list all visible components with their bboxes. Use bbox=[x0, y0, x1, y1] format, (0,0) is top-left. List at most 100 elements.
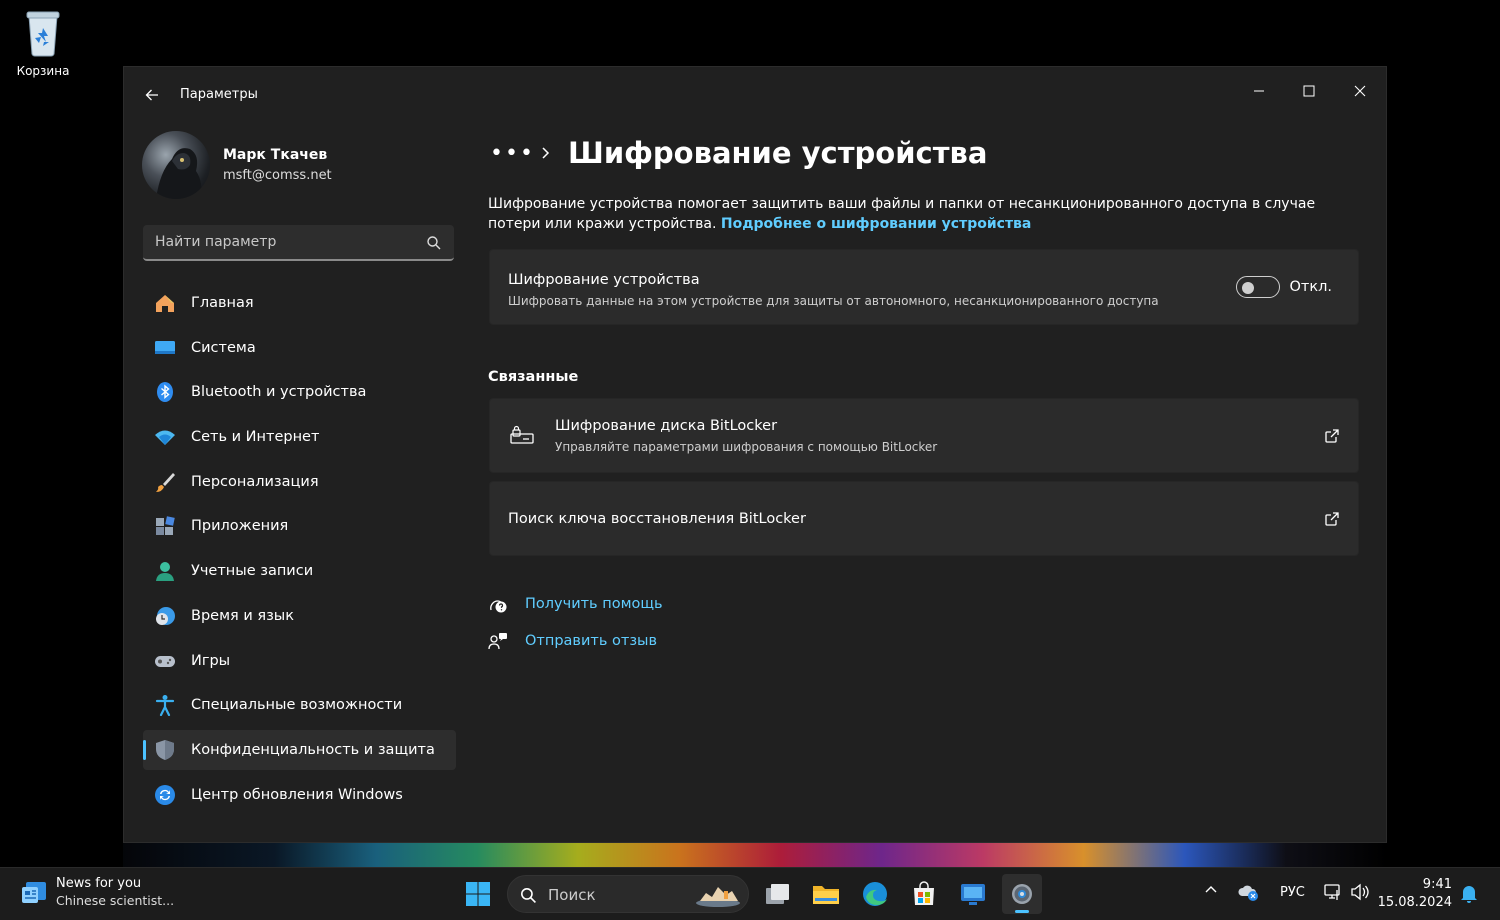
bitlocker-recovery-card[interactable]: Поиск ключа восстановления BitLocker bbox=[489, 481, 1359, 556]
title-bar[interactable]: Параметры bbox=[124, 67, 1386, 123]
system-icon bbox=[153, 336, 177, 360]
desktop-wallpaper bbox=[123, 843, 1387, 867]
recycle-bin-icon bbox=[23, 8, 63, 58]
toggle-state-label: Откл. bbox=[1289, 279, 1333, 295]
minimize-button[interactable] bbox=[1236, 73, 1282, 109]
maximize-button[interactable] bbox=[1286, 73, 1332, 109]
bitlocker-card[interactable]: Шифрование диска BitLocker Управляйте па… bbox=[489, 398, 1359, 473]
card-subtitle: Управляйте параметрами шифрования с помо… bbox=[555, 440, 938, 454]
send-feedback-link[interactable]: Отправить отзыв bbox=[488, 631, 657, 651]
sidebar-item-system[interactable]: Система bbox=[143, 328, 456, 368]
chevron-right-icon bbox=[540, 146, 560, 160]
search-icon[interactable] bbox=[426, 235, 442, 251]
device-encryption-toggle[interactable] bbox=[1236, 276, 1280, 298]
file-explorer-button[interactable] bbox=[806, 874, 846, 914]
home-icon bbox=[153, 291, 177, 315]
breadcrumb-more-button[interactable]: ••• bbox=[490, 141, 533, 166]
news-title: News for you bbox=[56, 876, 142, 891]
accessibility-icon bbox=[153, 693, 177, 717]
sidebar-item-accessibility[interactable]: Специальные возможности bbox=[143, 685, 456, 725]
user-profile[interactable]: Марк Ткачев msft@comss.net bbox=[142, 131, 462, 199]
toggle-knob bbox=[1242, 282, 1254, 294]
search-input[interactable] bbox=[143, 225, 413, 259]
remote-desktop-button[interactable] bbox=[953, 874, 993, 914]
brush-icon bbox=[153, 470, 177, 494]
back-button[interactable] bbox=[140, 83, 164, 107]
time-language-icon bbox=[153, 604, 177, 628]
sidebar-item-label: Конфиденциальность и защита bbox=[191, 741, 435, 758]
language-indicator[interactable]: РУС bbox=[1280, 885, 1305, 900]
clock-time: 9:41 bbox=[1422, 877, 1452, 892]
arrow-left-icon bbox=[145, 89, 158, 101]
network-icon bbox=[1324, 884, 1340, 900]
recycle-bin-label: Корзина bbox=[16, 64, 70, 78]
close-icon bbox=[1354, 85, 1366, 97]
sidebar-item-label: Bluetooth и устройства bbox=[191, 384, 367, 401]
get-help-link[interactable]: Получить помощь bbox=[488, 594, 663, 614]
search-highlight-icon bbox=[696, 887, 740, 907]
close-button[interactable] bbox=[1337, 73, 1383, 109]
speaker-icon bbox=[1351, 883, 1369, 901]
folder-icon bbox=[813, 886, 839, 904]
show-hidden-icons-button[interactable] bbox=[1204, 882, 1218, 896]
page-title: Шифрование устройства bbox=[568, 136, 988, 170]
sidebar-item-label: Центр обновления Windows bbox=[191, 786, 403, 803]
sidebar-item-bluetooth[interactable]: Bluetooth и устройства bbox=[143, 372, 456, 412]
windows-logo-icon bbox=[466, 882, 490, 906]
maximize-icon bbox=[1303, 85, 1315, 97]
external-link-icon bbox=[1325, 429, 1339, 443]
settings-search[interactable] bbox=[143, 225, 454, 261]
settings-window: Параметры Марк Ткачев msft@comss.net Най… bbox=[123, 66, 1387, 843]
sidebar-item-network[interactable]: Сеть и Интернет bbox=[143, 417, 456, 457]
notifications-button[interactable] bbox=[1460, 884, 1478, 904]
help-icon bbox=[488, 594, 508, 614]
taskbar: News for you Chinese scientist... Поиск … bbox=[0, 867, 1500, 920]
sidebar-item-time-language[interactable]: Время и язык bbox=[143, 596, 456, 636]
recycle-bin[interactable]: Корзина bbox=[8, 8, 78, 78]
task-view-button[interactable] bbox=[757, 874, 797, 914]
onedrive-icon bbox=[1238, 885, 1258, 901]
sidebar-item-label: Игры bbox=[191, 652, 231, 669]
breadcrumb: ••• Шифрование устройства bbox=[490, 133, 987, 173]
learn-more-link[interactable]: Подробнее о шифровании устройства bbox=[721, 216, 1031, 232]
start-button[interactable] bbox=[458, 874, 498, 914]
sidebar-item-label: Время и язык bbox=[191, 607, 295, 624]
edge-button[interactable] bbox=[855, 874, 895, 914]
sidebar-item-label: Учетные записи bbox=[191, 563, 314, 580]
clock[interactable]: 9:41 15.08.2024 bbox=[1378, 876, 1452, 912]
card-title: Шифрование устройства bbox=[508, 272, 700, 288]
card-subtitle: Шифровать данные на этом устройстве для … bbox=[508, 294, 1159, 308]
store-button[interactable] bbox=[904, 874, 944, 914]
bell-icon bbox=[1461, 886, 1477, 903]
bitlocker-icon bbox=[510, 425, 534, 449]
taskbar-search[interactable]: Поиск bbox=[507, 875, 749, 913]
sidebar-item-privacy[interactable]: Конфиденциальность и защита bbox=[143, 729, 456, 770]
app-title: Параметры bbox=[180, 87, 258, 102]
store-icon bbox=[914, 881, 934, 905]
settings-taskbar-button[interactable] bbox=[1002, 874, 1042, 914]
sidebar-item-label: Главная bbox=[191, 295, 254, 311]
taskbar-search-label: Поиск bbox=[548, 886, 596, 904]
account-icon bbox=[153, 559, 177, 583]
feedback-icon bbox=[488, 631, 508, 651]
sidebar-item-apps[interactable]: Приложения bbox=[143, 506, 456, 546]
network-tray-button[interactable] bbox=[1323, 882, 1343, 902]
news-subtitle: Chinese scientist... bbox=[56, 893, 175, 908]
volume-tray-button[interactable] bbox=[1350, 882, 1370, 902]
sidebar-item-label: Сеть и Интернет bbox=[191, 429, 320, 446]
onedrive-tray-button[interactable] bbox=[1238, 882, 1260, 902]
minimize-icon bbox=[1254, 90, 1264, 92]
sidebar-item-personalization[interactable]: Персонализация bbox=[143, 462, 456, 502]
sidebar-item-gaming[interactable]: Игры bbox=[143, 641, 456, 681]
task-view-icon bbox=[766, 884, 789, 904]
remote-desktop-icon bbox=[961, 884, 985, 905]
apps-icon bbox=[153, 514, 177, 538]
get-help-label: Получить помощь bbox=[525, 596, 663, 612]
sidebar-item-accounts[interactable]: Учетные записи bbox=[143, 551, 456, 591]
sidebar-item-label: Специальные возможности bbox=[191, 697, 403, 714]
sidebar-item-windows-update[interactable]: Центр обновления Windows bbox=[143, 775, 456, 815]
profile-email: msft@comss.net bbox=[223, 168, 332, 183]
sidebar-item-label: Персонализация bbox=[191, 473, 319, 490]
news-widget[interactable]: News for you Chinese scientist... bbox=[20, 876, 174, 908]
sidebar-item-home[interactable]: Главная bbox=[143, 283, 456, 323]
